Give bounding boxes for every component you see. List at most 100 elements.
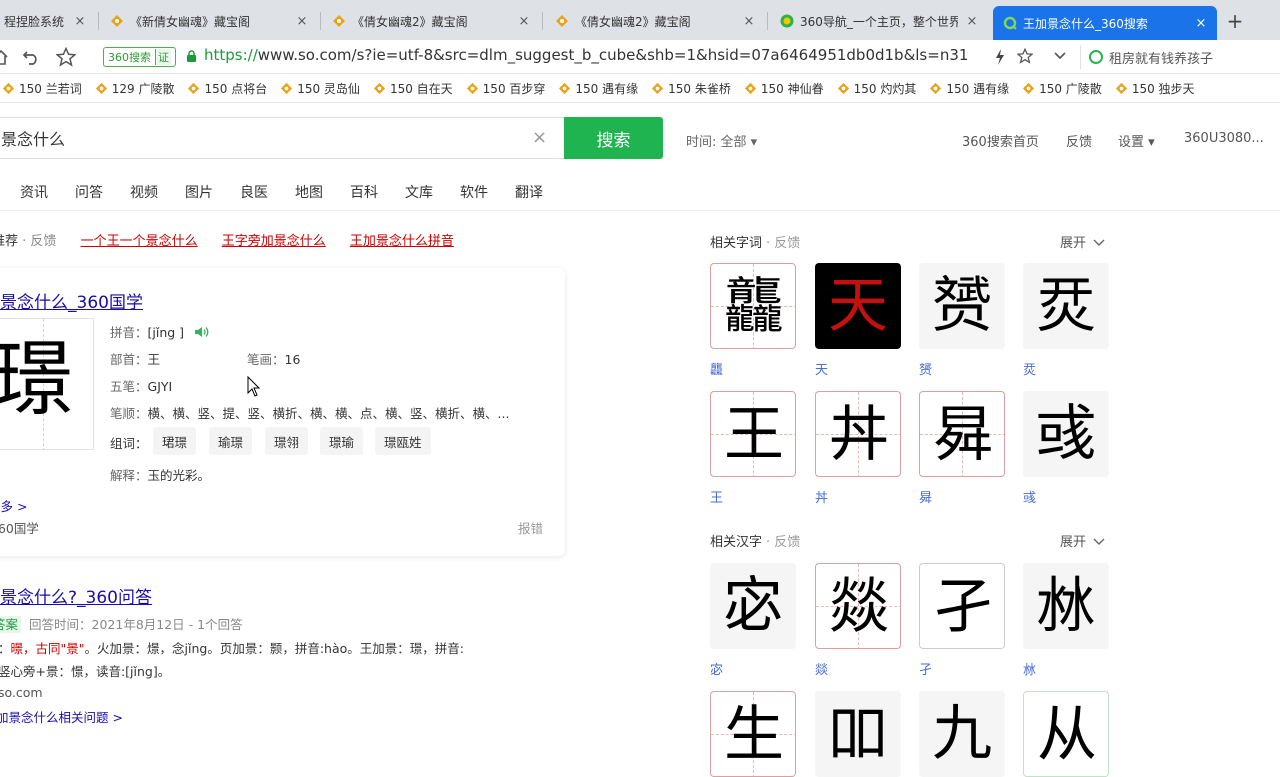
character-tile[interactable]: 生 <box>710 691 796 777</box>
word-chip[interactable]: 璟翎 <box>265 427 309 455</box>
character-tile[interactable]: 从 <box>1023 691 1109 777</box>
character-tile[interactable]: 王 <box>710 391 796 477</box>
new-tab-button[interactable]: + <box>1225 9 1245 33</box>
character-tile[interactable]: 天 <box>815 263 901 349</box>
result-title-link[interactable]: 景念什么?_360问答 <box>0 583 152 608</box>
bookmark-item[interactable]: 150 兰若词 <box>2 80 82 97</box>
search-home-link[interactable]: 360搜索首页 <box>962 131 1039 150</box>
tab-vertical[interactable]: 地图 <box>295 182 323 202</box>
favorite-star-icon[interactable] <box>56 47 76 67</box>
related-questions-link[interactable]: 加景念什么相关问题 > <box>0 707 123 726</box>
tab-close-icon[interactable]: × <box>294 14 310 29</box>
bookmark-item[interactable]: 150 广陵散 <box>1022 80 1102 97</box>
browser-tab[interactable]: 程捏脸系统 × <box>0 4 96 38</box>
character-caption-link[interactable]: 烎 <box>1023 359 1036 378</box>
character-caption-link[interactable]: 龘 <box>710 359 723 378</box>
browser-tab[interactable]: 《倩女幽魂2》藏宝阁 × <box>322 4 540 38</box>
speaker-icon[interactable] <box>194 326 210 338</box>
bookmark-item[interactable]: 150 神仙眷 <box>744 80 824 97</box>
tab-vertical[interactable]: 资讯 <box>20 182 48 202</box>
character-caption-link[interactable]: 丼 <box>815 487 828 506</box>
bookmark-item[interactable]: 150 灼灼其 <box>837 80 916 97</box>
user-account-link[interactable]: 360U3080... <box>1184 131 1264 146</box>
tab-vertical[interactable]: 问答 <box>75 182 103 202</box>
bookmark-item[interactable]: 150 百步穿 <box>466 80 545 97</box>
recommend-link[interactable]: 一个王一个景念什么 <box>81 234 198 249</box>
bookmark-item[interactable]: 150 独步天 <box>1115 80 1195 97</box>
character-tile[interactable]: 丼 <box>815 391 901 477</box>
character-caption-link[interactable]: 沝 <box>1023 659 1036 678</box>
character-caption-link[interactable]: 天 <box>815 359 828 378</box>
recommend-link[interactable]: 王字旁加景念什么 <box>222 234 326 249</box>
tab-vertical[interactable]: 良医 <box>240 182 268 202</box>
character-tile[interactable]: 吅 <box>815 691 901 777</box>
tab-close-icon[interactable]: × <box>741 14 757 29</box>
word-chip[interactable]: 珺璟 <box>153 427 197 455</box>
character-caption-link[interactable]: 彧 <box>1023 487 1036 506</box>
more-link[interactable]: 更多 > <box>0 496 27 515</box>
character-tile[interactable]: 宓 <box>710 563 796 649</box>
search-button[interactable]: 搜索 <box>564 117 663 159</box>
browser-tab-active[interactable]: 王加景念什么_360搜索 × <box>993 6 1217 40</box>
tab-vertical[interactable]: 翻译 <box>515 182 543 202</box>
report-link[interactable]: 报错 <box>518 518 543 537</box>
tab-vertical[interactable]: 视频 <box>130 182 158 202</box>
related-chars-feedback[interactable]: · 反馈 <box>766 236 800 251</box>
bookmark-item[interactable]: 150 灵岛仙 <box>280 80 360 97</box>
character-tile[interactable]: 彧 <box>1023 391 1109 477</box>
word-chip[interactable]: 瑜璟 <box>209 427 253 455</box>
word-chip[interactable]: 璟瑜 <box>320 427 364 455</box>
url-field[interactable]: https://www.so.com/s?ie=utf-8&src=dlm_su… <box>204 46 982 64</box>
tab-vertical[interactable]: 图片 <box>185 182 213 202</box>
browser-tab[interactable]: 《倩女幽魂2》藏宝阁 × <box>545 4 765 38</box>
character-caption-link[interactable]: 曻 <box>919 487 932 506</box>
character-tile[interactable]: 曻 <box>919 391 1005 477</box>
feedback-link[interactable]: 反馈 <box>1066 131 1092 150</box>
expand-button[interactable]: 展开 <box>1060 531 1105 550</box>
character-tile[interactable]: 孑 <box>919 563 1005 649</box>
bookmark-item[interactable]: 150 点将台 <box>187 80 267 97</box>
expand-button[interactable]: 展开 <box>1060 232 1105 251</box>
character-tile[interactable]: 燚 <box>815 563 901 649</box>
bookmark-item[interactable]: 150 遇有缘 <box>558 80 638 97</box>
word-chip[interactable]: 璟瓯姓 <box>375 427 431 455</box>
recommend-feedback[interactable]: · 反馈 <box>22 234 56 249</box>
recommend-link[interactable]: 王加景念什么拼音 <box>350 234 454 249</box>
related-hanzi-feedback[interactable]: · 反馈 <box>766 535 800 550</box>
tab-close-icon[interactable]: × <box>516 14 532 29</box>
time-filter-dropdown[interactable]: 时间: 全部 ▾ <box>686 131 757 150</box>
bookmark-item[interactable]: 129 广陵散 <box>95 80 174 97</box>
tab-close-icon[interactable]: × <box>72 14 88 29</box>
character-caption-link[interactable]: 王 <box>710 487 723 506</box>
character-tile[interactable]: 九 <box>919 691 1005 777</box>
chevron-down-icon[interactable] <box>1054 52 1066 60</box>
tab-close-icon[interactable]: × <box>964 14 980 29</box>
settings-dropdown[interactable]: 设置 ▾ <box>1118 131 1155 150</box>
character-caption-link[interactable]: 宓 <box>710 659 723 678</box>
tab-close-icon[interactable]: × <box>1193 16 1209 31</box>
bookmark-item[interactable]: 150 朱雀桥 <box>651 80 731 97</box>
character-tile[interactable]: 烎 <box>1023 263 1109 349</box>
tab-vertical[interactable]: 文库 <box>405 182 433 202</box>
bookmark-star-icon[interactable] <box>1017 48 1033 64</box>
clear-icon[interactable]: × <box>532 127 547 148</box>
home-icon[interactable] <box>0 49 8 65</box>
card-title-link[interactable]: 景念什么_360国学 <box>0 288 143 313</box>
security-badge[interactable]: 360搜索 证 <box>103 47 176 67</box>
character-caption-link[interactable]: 燚 <box>815 659 828 678</box>
bookmark-item[interactable]: 150 自在天 <box>373 80 453 97</box>
bookmark-item[interactable]: 150 遇有缘 <box>929 80 1009 97</box>
tab-vertical[interactable]: 软件 <box>460 182 488 202</box>
browser-tab[interactable]: 360导航_一个主页，整个世界 × <box>770 4 988 38</box>
search-input[interactable] <box>0 118 527 158</box>
character-caption-link[interactable]: 赟 <box>919 359 932 378</box>
undo-icon[interactable] <box>22 48 40 66</box>
character-tile[interactable]: 沝 <box>1023 563 1109 649</box>
address-search-box[interactable]: 租房就有钱养孩子 <box>1080 45 1280 69</box>
character-tile[interactable]: 赟 <box>919 263 1005 349</box>
lightning-icon[interactable] <box>995 49 1005 65</box>
tab-vertical[interactable]: 百科 <box>350 182 378 202</box>
character-caption-link[interactable]: 孑 <box>919 659 932 678</box>
character-tile[interactable]: 龘 <box>710 263 796 349</box>
browser-tab[interactable]: 《新倩女幽魂》藏宝阁 × <box>100 4 318 38</box>
